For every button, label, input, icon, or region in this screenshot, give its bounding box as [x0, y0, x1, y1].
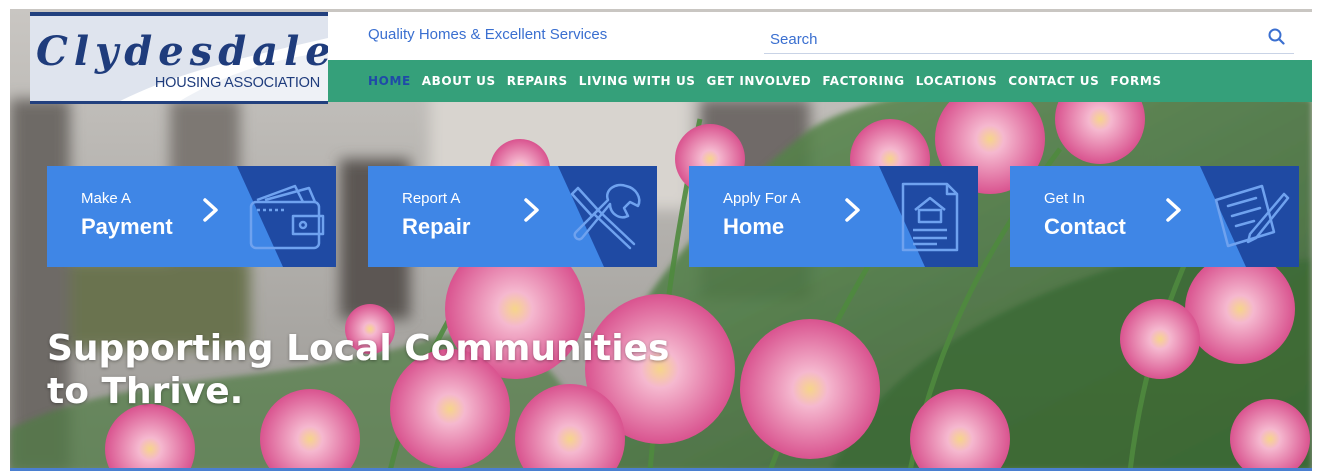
quick-link-title: Home	[723, 214, 785, 239]
hero-bottom-border	[10, 468, 1312, 471]
nav-item-forms[interactable]: FORMS	[1110, 74, 1161, 88]
chevron-right-icon	[524, 198, 539, 222]
nav-item-repairs[interactable]: REPAIRS	[507, 74, 568, 88]
quick-link-title: Repair	[402, 214, 471, 239]
site-logo[interactable]: Clydesdale HOUSING ASSOCIATION	[30, 12, 328, 104]
nav-item-contact-us[interactable]: CONTACT US	[1008, 74, 1099, 88]
quick-link-contact[interactable]: Get In Contact	[1010, 166, 1299, 267]
logo-wordmark: Clydesdale	[36, 28, 328, 75]
quick-link-title: Payment	[81, 214, 173, 239]
search-icon[interactable]	[1266, 26, 1288, 48]
search-box	[764, 22, 1294, 54]
quick-link-kicker: Get In	[1044, 190, 1085, 207]
quick-link-payment[interactable]: Make A Payment	[47, 166, 336, 267]
nav-item-home[interactable]: HOME	[368, 74, 411, 88]
nav-item-about-us[interactable]: ABOUT US	[422, 74, 496, 88]
search-input[interactable]	[770, 28, 1240, 50]
hero-headline-line-1: Supporting Local Communities	[47, 328, 670, 369]
chevron-right-icon	[1166, 198, 1181, 222]
quick-link-kicker: Apply For A	[723, 190, 801, 207]
site-frame: Clydesdale HOUSING ASSOCIATION Quality H…	[10, 9, 1312, 471]
quick-link-home[interactable]: Apply For A Home	[689, 166, 978, 267]
logo-subtitle: HOUSING ASSOCIATION	[154, 75, 320, 91]
tools-icon	[570, 183, 641, 250]
wallet-icon	[249, 184, 325, 250]
quick-link-title: Contact	[1044, 214, 1126, 239]
site-tagline: Quality Homes & Excellent Services	[368, 26, 608, 43]
chevron-right-icon	[845, 198, 860, 222]
house-document-icon	[901, 182, 959, 252]
quick-link-kicker: Report A	[402, 190, 461, 207]
quick-link-kicker: Make A	[81, 190, 132, 207]
main-navigation: HOME ABOUT US REPAIRS LIVING WITH US GET INV…	[328, 60, 1312, 102]
hero-headline-line-2: to Thrive.	[47, 371, 244, 412]
chevron-right-icon	[203, 198, 218, 222]
nav-item-living-with-us[interactable]: LIVING WITH US	[579, 74, 696, 88]
nav-item-factoring[interactable]: FACTORING	[822, 74, 904, 88]
header-top-bar: Quality Homes & Excellent Services	[328, 12, 1312, 60]
quick-link-repair[interactable]: Report A Repair	[368, 166, 657, 267]
nav-item-get-involved[interactable]: GET INVOLVED	[707, 74, 812, 88]
hero-headline: Supporting Local Communities to Thrive.	[47, 327, 669, 413]
nav-item-locations[interactable]: LOCATIONS	[916, 74, 998, 88]
pen-paper-icon	[1214, 184, 1290, 248]
